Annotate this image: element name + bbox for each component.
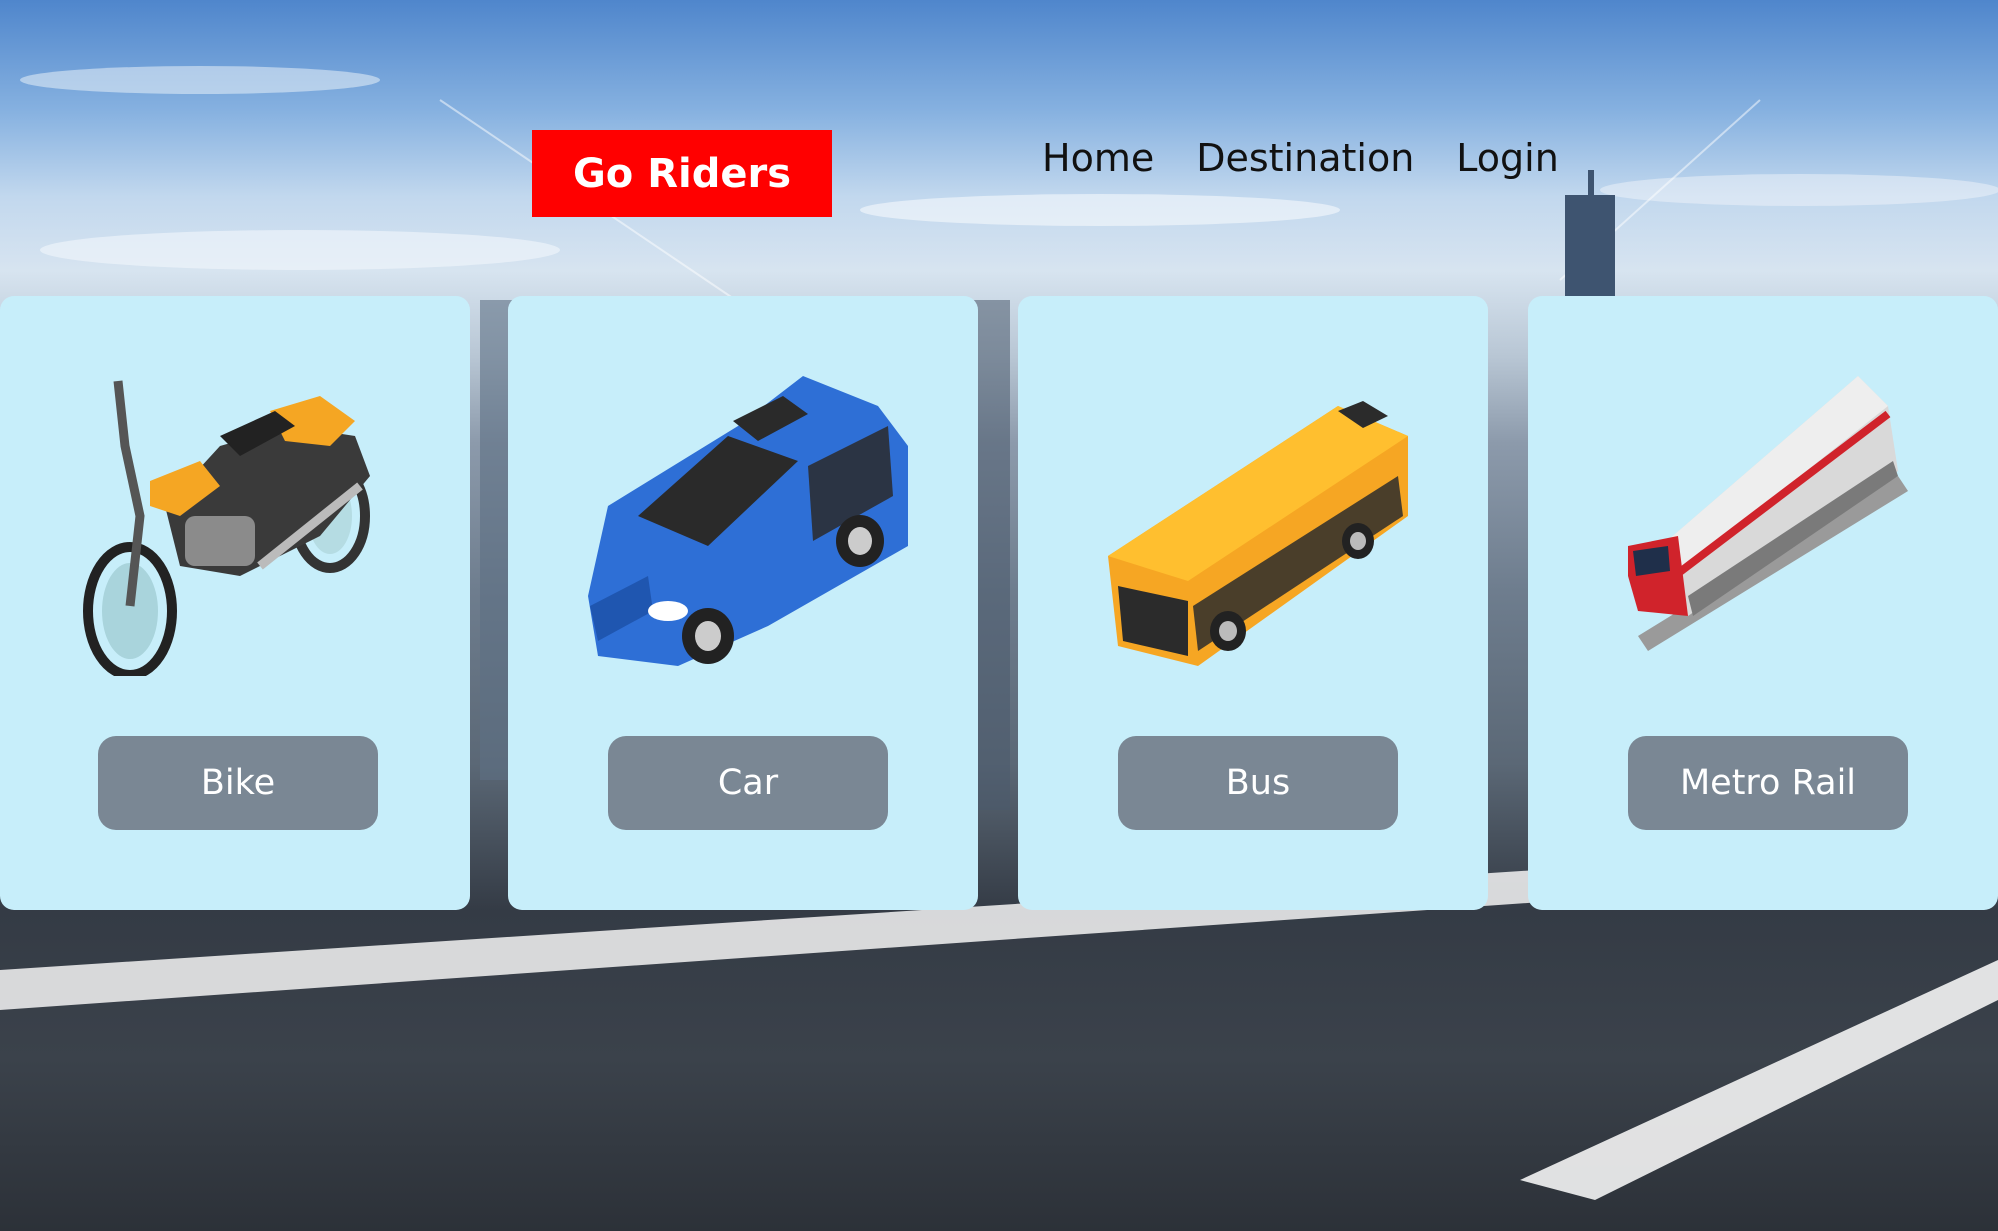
train-icon	[1628, 376, 1908, 651]
vehicle-cards: Bike Car Bus Metro Rail	[0, 296, 1998, 910]
nav-home-link[interactable]: Home	[1042, 136, 1154, 180]
motorbike-icon	[83, 380, 370, 676]
car-card: Car	[508, 296, 978, 910]
nav-login-link[interactable]: Login	[1456, 136, 1559, 180]
metro-rail-button[interactable]: Metro Rail	[1628, 736, 1908, 830]
brand-logo[interactable]: Go Riders	[532, 130, 832, 217]
main-nav: Home Destination Login	[1042, 136, 1559, 180]
bus-card: Bus	[1018, 296, 1488, 910]
bus-button[interactable]: Bus	[1118, 736, 1398, 830]
metro-rail-card: Metro Rail	[1528, 296, 1998, 910]
car-button[interactable]: Car	[608, 736, 888, 830]
car-icon	[588, 376, 908, 666]
bike-card: Bike	[0, 296, 470, 910]
nav-destination-link[interactable]: Destination	[1196, 136, 1414, 180]
bike-button[interactable]: Bike	[98, 736, 378, 830]
bus-icon	[1108, 401, 1408, 666]
